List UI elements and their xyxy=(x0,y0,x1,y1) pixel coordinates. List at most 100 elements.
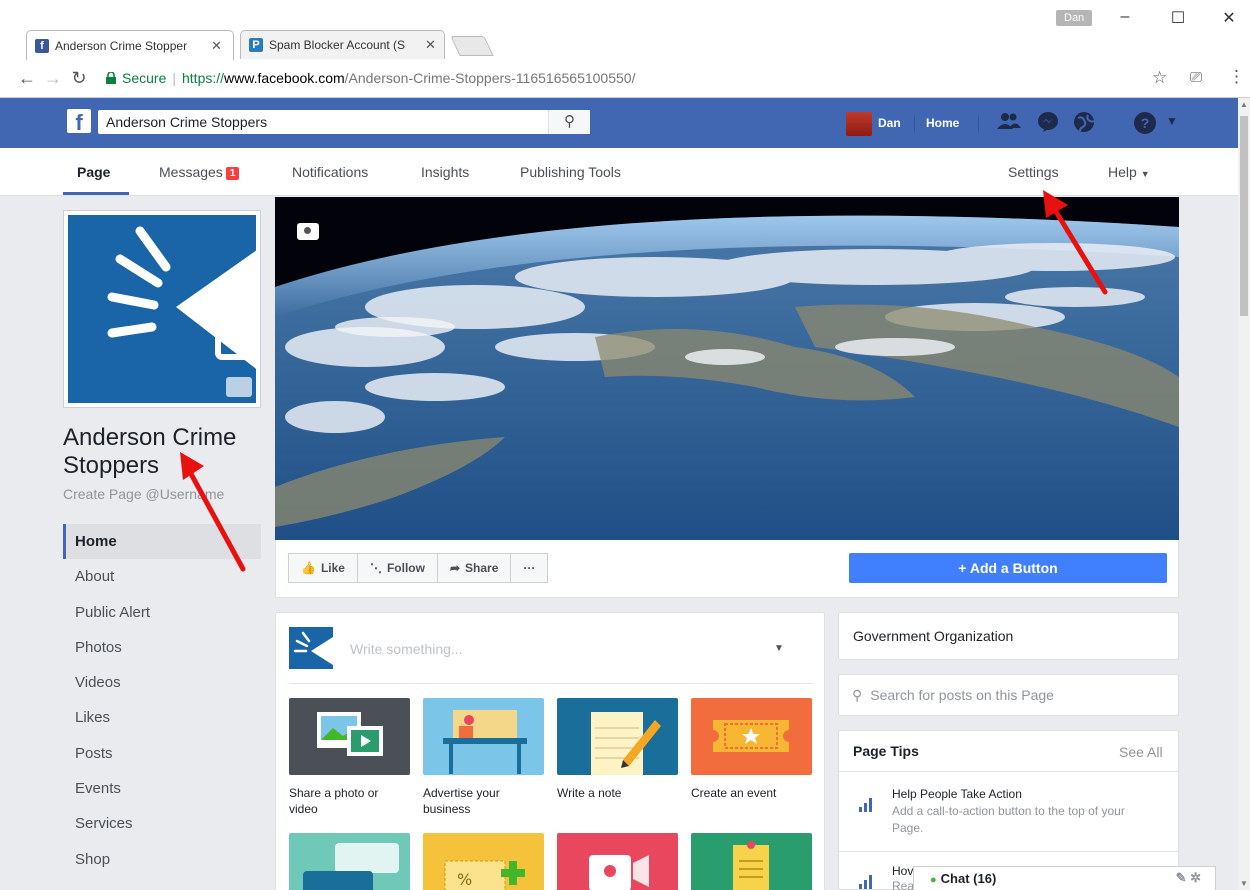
bookmark-star-icon[interactable]: ☆ xyxy=(1152,68,1167,88)
tab-insights[interactable]: Insights xyxy=(421,164,469,180)
tile-label: Advertise your business xyxy=(423,786,500,816)
minimize-icon[interactable]: – xyxy=(1110,8,1140,26)
thumbs-up-icon: 👍 xyxy=(301,561,316,575)
url-field[interactable]: Secure | https://www.facebook.com/Anders… xyxy=(106,65,1181,91)
divider xyxy=(839,851,1178,852)
composer-tile[interactable] xyxy=(691,833,812,890)
messenger-icon[interactable] xyxy=(1036,111,1060,135)
url-text: https://www.facebook.com/Anderson-Crime-… xyxy=(182,70,636,86)
sidebar-item-posts[interactable]: Posts xyxy=(63,736,261,771)
browser-profile-badge[interactable]: Dan xyxy=(1056,10,1093,26)
tab-settings[interactable]: Settings xyxy=(1008,164,1059,180)
notifications-globe-icon[interactable] xyxy=(1072,111,1096,135)
share-button[interactable]: ➦ Share xyxy=(436,553,512,583)
profile-link[interactable]: Dan xyxy=(878,116,901,130)
sidebar-item-services[interactable]: Services xyxy=(63,806,261,841)
search-icon[interactable]: ⚲ xyxy=(548,110,590,134)
chat-bar[interactable]: ● Chat (16) ✎ ✲ xyxy=(913,866,1216,890)
compose-icon[interactable]: ✎ xyxy=(1176,870,1187,885)
account-menu-caret-icon[interactable]: ▼ xyxy=(1166,114,1178,128)
create-username-link[interactable]: Create Page @Username xyxy=(63,486,224,502)
tab-messages[interactable]: Messages 1 xyxy=(159,164,240,180)
search-posts-input[interactable]: ⚲ Search for posts on this Page xyxy=(838,674,1179,716)
bar-chart-icon xyxy=(859,875,877,889)
facebook-top-bar: f Anderson Crime Stoppers ⚲ Dan Home ? ▼ xyxy=(0,98,1238,148)
sidebar-item-events[interactable]: Events xyxy=(63,771,261,806)
browser-tab-active[interactable]: f Anderson Crime Stopper ✕ xyxy=(26,30,234,60)
sidebar-item-public-alert[interactable]: Public Alert xyxy=(63,595,261,630)
gear-icon[interactable]: ✲ xyxy=(1190,870,1201,885)
page-action-bar: 👍 Like ⋱ Follow ➦ Share ··· + Add a Button xyxy=(275,540,1179,598)
sidebar-item-shop[interactable]: Shop xyxy=(63,842,261,877)
back-arrow-icon[interactable]: ← xyxy=(14,68,40,89)
advertise-business-tile[interactable] xyxy=(423,698,544,775)
sidebar-item-likes[interactable]: Likes xyxy=(63,700,261,735)
tab-publishing-tools[interactable]: Publishing Tools xyxy=(520,164,621,180)
cast-icon[interactable]: ⎚ xyxy=(1190,69,1202,86)
scroll-thumb[interactable] xyxy=(1240,116,1248,316)
chrome-menu-icon[interactable]: ⋮ xyxy=(1228,67,1245,87)
add-a-button-button[interactable]: + Add a Button xyxy=(849,553,1167,583)
facebook-favicon-icon: f xyxy=(35,38,49,53)
share-photo-video-tile[interactable] xyxy=(289,698,410,775)
like-button[interactable]: 👍 Like xyxy=(288,553,358,583)
scrollbar[interactable]: ▲ ▼ xyxy=(1238,98,1250,890)
create-event-tile[interactable] xyxy=(691,698,812,775)
scroll-down-icon[interactable]: ▼ xyxy=(1240,879,1248,888)
page-avatar xyxy=(289,627,333,669)
write-note-tile[interactable] xyxy=(557,698,678,775)
tab-help[interactable]: Help ▼ xyxy=(1108,164,1150,180)
composer-tile[interactable]: % xyxy=(423,833,544,890)
composer-tile[interactable] xyxy=(557,833,678,890)
sidebar-item-about[interactable]: About xyxy=(63,559,261,594)
chat-options: ✎ ✲ xyxy=(1176,870,1201,886)
home-link[interactable]: Home xyxy=(926,116,959,130)
composer-tile[interactable] xyxy=(289,833,410,890)
left-navigation: Home About Public Alert Photos Videos Li… xyxy=(63,524,261,877)
forward-arrow-icon[interactable]: → xyxy=(40,68,66,89)
messages-count-badge: 1 xyxy=(225,167,240,180)
more-options-button[interactable]: ··· xyxy=(510,553,549,583)
friend-requests-icon[interactable] xyxy=(997,111,1021,135)
help-icon[interactable]: ? xyxy=(1134,112,1156,134)
chat-label: Chat (16) xyxy=(940,871,997,886)
chevron-down-icon[interactable]: ▼ xyxy=(774,643,784,654)
notepad-pencil-icon xyxy=(591,712,661,775)
tip-title[interactable]: Hov xyxy=(892,864,913,878)
browser-tab[interactable]: P Spam Blocker Account (S ✕ xyxy=(240,30,445,59)
divider xyxy=(914,116,915,132)
sidebar-item-home[interactable]: Home xyxy=(63,524,261,560)
tab-page[interactable]: Page xyxy=(77,164,110,180)
sidebar-item-photos[interactable]: Photos xyxy=(63,630,261,665)
share-arrow-icon: ➦ xyxy=(449,561,461,575)
window-close-icon[interactable]: ✕ xyxy=(1214,8,1244,28)
p-favicon-icon: P xyxy=(249,38,263,52)
profile-picture[interactable] xyxy=(63,210,261,408)
sidebar-item-videos[interactable]: Videos xyxy=(63,665,261,700)
cover-photo[interactable] xyxy=(275,197,1179,540)
avatar[interactable] xyxy=(846,112,872,136)
divider xyxy=(839,771,1178,772)
follow-button[interactable]: ⋱ Follow xyxy=(356,553,438,583)
facebook-logo-icon[interactable]: f xyxy=(67,109,91,135)
close-icon[interactable]: ✕ xyxy=(211,38,222,54)
camera-icon[interactable] xyxy=(226,377,252,397)
page-category[interactable]: Government Organization xyxy=(838,612,1179,660)
search-icon: ⚲ xyxy=(852,687,863,703)
camera-icon[interactable] xyxy=(297,223,319,240)
maximize-icon[interactable]: ☐ xyxy=(1163,8,1193,28)
facebook-search-input[interactable]: Anderson Crime Stoppers xyxy=(98,110,590,134)
scroll-up-icon[interactable]: ▲ xyxy=(1240,100,1248,109)
close-icon[interactable]: ✕ xyxy=(425,37,436,53)
page-tabs: Page Messages 1 Notifications Insights Pu… xyxy=(0,148,1238,196)
page-title[interactable]: Anderson Crime Stoppers xyxy=(63,424,263,480)
sticky-note-icon xyxy=(733,841,769,890)
see-all-link[interactable]: See All xyxy=(1119,744,1163,760)
tab-notifications[interactable]: Notifications xyxy=(292,164,368,180)
new-tab-button[interactable] xyxy=(450,36,494,56)
tip-title[interactable]: Help People Take Action xyxy=(892,787,1022,801)
tab-title: Spam Blocker Account (S xyxy=(269,38,406,52)
write-something-input[interactable]: Write something... xyxy=(350,641,463,657)
reload-icon[interactable]: ↻ xyxy=(66,68,92,89)
earth-from-space-image xyxy=(275,197,1179,540)
